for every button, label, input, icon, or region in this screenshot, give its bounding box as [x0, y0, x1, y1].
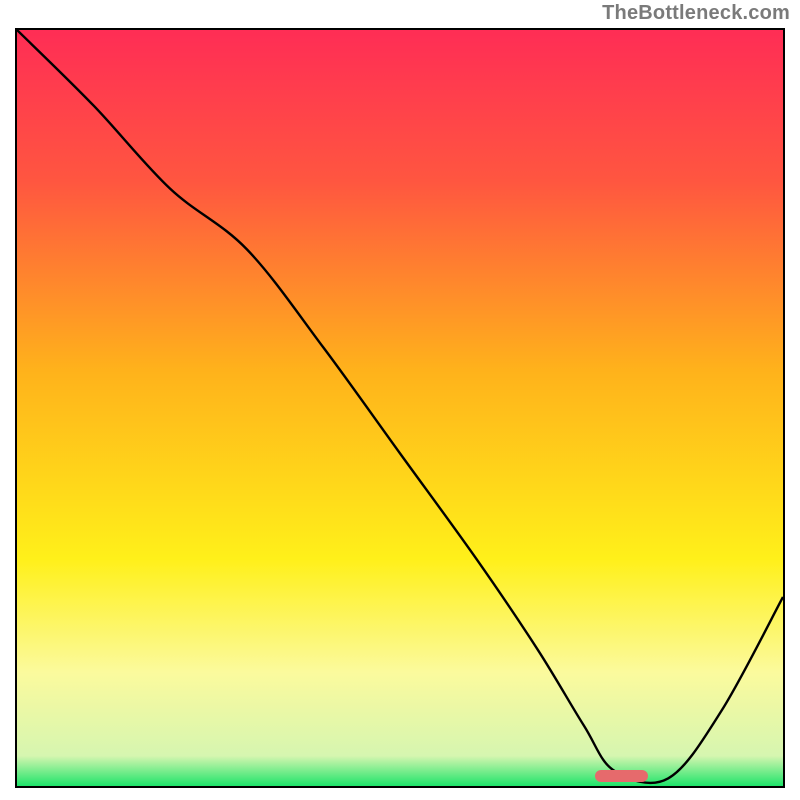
- watermark-text: TheBottleneck.com: [602, 2, 790, 25]
- chart-area: [15, 28, 785, 788]
- chart-background: [17, 30, 783, 786]
- optimal-marker: [595, 770, 649, 782]
- chart-svg: [17, 30, 783, 786]
